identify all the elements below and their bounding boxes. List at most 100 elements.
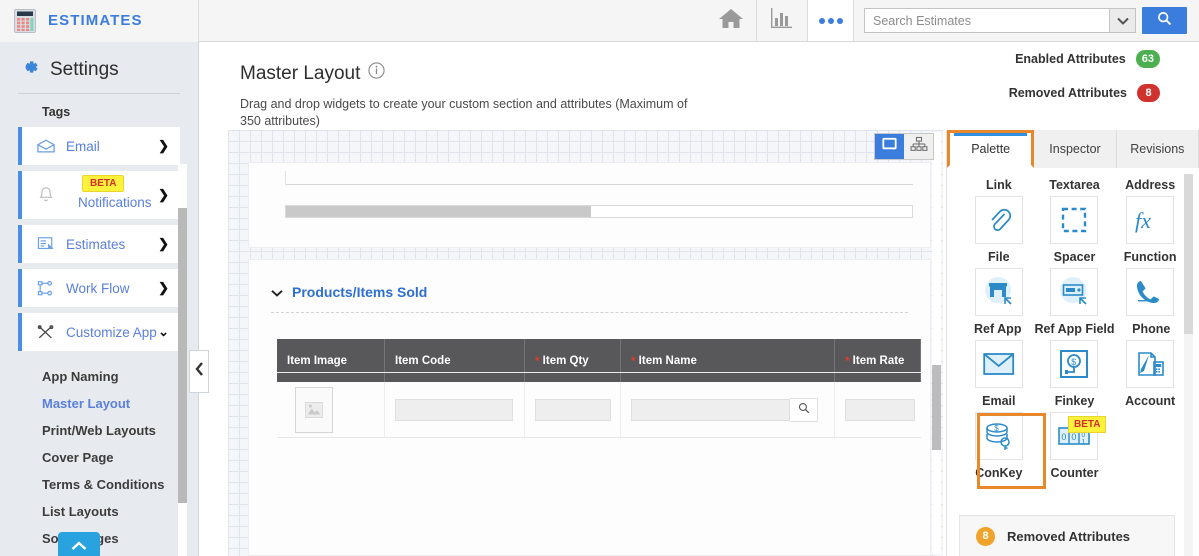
sidebar-item-customize-app[interactable]: Customize App ⌄ [18,313,180,351]
scroll-to-top-button[interactable] [58,532,100,556]
svg-text:0: 0 [1062,432,1067,442]
sidebar-item-label: Estimates [66,236,126,252]
palette-label-finkey: Finkey [1054,394,1095,408]
palette-item-email[interactable] [961,340,1037,388]
tab-palette[interactable]: Palette [947,130,1035,168]
palette-label-email: Email [982,394,1016,408]
sitemap-view-button[interactable] [904,134,933,159]
svg-text:1: 1 [1082,439,1086,446]
table-header-label: Item Qty [542,354,589,367]
table-header-item-code[interactable]: Item Code [385,339,525,382]
palette-item-function[interactable]: fx [1112,196,1188,244]
app-brand[interactable]: ESTIMATES [0,0,199,42]
canvas-line-field[interactable] [285,171,913,185]
palette-row-1: fx [961,196,1188,244]
cell-item-code[interactable] [385,382,525,437]
palette-labels-row-2: Ref App Ref App Field Phone [961,316,1188,340]
sidebar-item-work-flow[interactable]: Work Flow ❯ [18,269,180,307]
search-icon [798,401,810,419]
sidebar-item-estimates[interactable]: Estimates ❯ [18,225,180,263]
palette-item-file[interactable] [961,196,1037,244]
reports-button[interactable] [757,0,807,41]
layout-canvas[interactable]: Products/Items Sold Item Image Item Code… [228,130,943,556]
palette-item-phone[interactable] [1112,268,1188,316]
item-name-input[interactable] [631,398,790,421]
sidebar-item-label: Email [66,138,100,154]
palette-item-conkey[interactable]: $ [961,412,1037,460]
item-code-input[interactable] [395,398,513,421]
svg-text:$: $ [1072,357,1077,367]
desktop-monitor-icon [881,136,898,158]
search-bar [864,7,1187,34]
page-title: Master Layout [240,62,361,84]
sidebar-subitem-print-web-layouts[interactable]: Print/Web Layouts [42,417,198,444]
sidebar-subitem-cover-page[interactable]: Cover Page [42,444,198,471]
sidebar-item-label: Customize App [66,324,157,340]
search-button[interactable] [1142,7,1187,34]
view-mode-toggle [874,133,934,160]
removed-attributes-badge: 8 [1137,84,1160,102]
desktop-view-button[interactable] [875,134,904,159]
palette-label-empty [1112,460,1188,484]
removed-attributes-row: Removed Attributes 8 [1009,84,1160,102]
chevron-down-icon[interactable] [271,284,283,300]
section-header-products-items-sold[interactable]: Products/Items Sold [249,260,930,300]
canvas-scrollbar-track[interactable] [932,132,941,554]
phone-icon [1126,268,1175,316]
sidebar-subitem-master-layout[interactable]: Master Layout [42,390,198,417]
table-row [277,382,921,438]
finkey-icon: $ [1050,340,1099,388]
palette-row-3: $ [961,340,1188,388]
tab-revisions[interactable]: Revisions [1116,130,1199,168]
app-root: ESTIMATES Search Estimates Settings Tags… [0,0,1199,556]
item-name-search-button[interactable] [790,397,818,422]
cell-item-qty[interactable] [525,382,621,437]
right-panel-tabs: Palette Inspector Revisions [947,130,1199,168]
sidebar-item-email[interactable]: Email ❯ [18,127,180,165]
table-header-item-image[interactable]: Item Image [277,339,385,382]
right-panel-scrollbar-thumb[interactable] [1184,174,1193,334]
enabled-attributes-label: Enabled Attributes [1015,52,1126,66]
canvas-progress-fill [286,206,591,217]
canvas-progress-field[interactable] [285,205,913,218]
canvas-card-top[interactable] [248,162,931,248]
products-table: Item Image Item Code * Item Qty * Item N… [277,339,921,438]
home-button[interactable] [706,0,756,41]
canvas-scrollbar-thumb[interactable] [932,365,941,450]
sidebar-subitem-terms-conditions[interactable]: Terms & Conditions [42,471,198,498]
sidebar-subitem-list-layouts[interactable]: List Layouts [42,498,198,525]
palette-label-file: File [988,250,1010,264]
palette-item-account[interactable] [1112,340,1188,388]
table-header-item-rate[interactable]: * Item Rate [835,339,921,382]
search-scope-dropdown[interactable] [1109,8,1136,33]
item-rate-input[interactable] [845,398,915,421]
table-header-item-qty[interactable]: * Item Qty [525,339,621,382]
sidebar-item-notifications[interactable]: BETA Notifications ❯ [18,171,180,219]
palette-item-spacer[interactable] [1037,196,1113,244]
item-qty-input[interactable] [535,398,611,421]
main-header: Master Layout Drag and drop widgets to c… [200,42,1199,130]
more-menu-button[interactable] [807,0,854,41]
sidebar-subitem-app-naming[interactable]: App Naming [42,363,198,390]
cell-item-rate[interactable] [835,382,921,437]
search-input[interactable] [864,8,1109,33]
palette-item-ref-app-field[interactable] [1037,268,1113,316]
tab-inspector[interactable]: Inspector [1034,130,1117,168]
cell-item-name[interactable] [621,382,835,437]
dashed-square-icon [1050,196,1099,244]
tab-label: Revisions [1130,142,1185,156]
svg-text:0: 0 [1072,432,1077,442]
canvas-card-products[interactable]: Products/Items Sold Item Image Item Code… [248,259,931,556]
sidebar-scrollbar-thumb[interactable] [178,208,187,503]
removed-attributes-count-badge: 8 [976,526,995,546]
removed-attributes-panel[interactable]: 8 Removed Attributes [959,515,1175,556]
palette-item-ref-app[interactable] [961,268,1037,316]
sidebar-collapse-handle[interactable] [189,350,209,393]
table-header-item-name[interactable]: * Item Name [621,339,835,382]
settings-title: Settings [50,58,119,80]
required-marker: * [631,353,636,368]
info-circle-icon[interactable] [368,62,386,85]
image-placeholder-icon[interactable] [295,386,333,433]
palette-item-finkey[interactable]: $ [1037,340,1113,388]
cell-item-image[interactable] [277,382,385,437]
